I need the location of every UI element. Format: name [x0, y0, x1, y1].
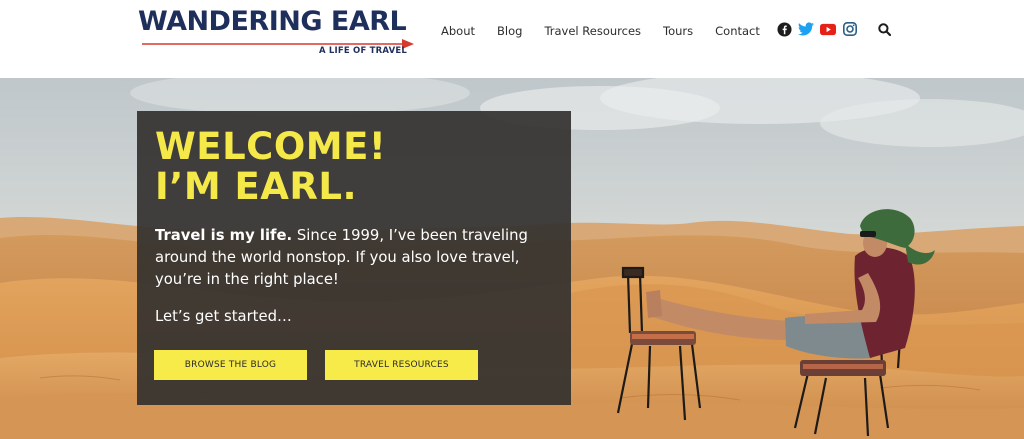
nav-travel-resources[interactable]: Travel Resources [544, 24, 641, 38]
browse-blog-button[interactable]: BROWSE THE BLOG [154, 350, 307, 380]
search-icon[interactable] [878, 23, 892, 37]
hero-title: WELCOME! I’M EARL. [155, 127, 386, 207]
travel-resources-button[interactable]: TRAVEL RESOURCES [325, 350, 478, 380]
site-logo[interactable]: WANDERING EARL A LIFE OF TRAVEL [138, 6, 414, 58]
youtube-icon[interactable] [820, 21, 836, 37]
hero-cta-text: Let’s get started… [155, 308, 292, 325]
logo-title: WANDERING EARL [138, 6, 407, 37]
hero-intro-bold: Travel is my life. [155, 227, 293, 244]
hero-title-line-2: I’M EARL. [155, 165, 358, 208]
hero-section: WELCOME! I’M EARL. Travel is my life. Si… [0, 78, 1024, 439]
nav-blog[interactable]: Blog [497, 24, 522, 38]
nav-tours[interactable]: Tours [663, 24, 693, 38]
facebook-icon[interactable] [776, 21, 792, 37]
instagram-icon[interactable] [842, 21, 858, 37]
social-links [776, 21, 864, 37]
site-header: WANDERING EARL A LIFE OF TRAVEL About Bl… [0, 0, 1024, 78]
logo-tagline: A LIFE OF TRAVEL [318, 46, 407, 56]
hero-intro: Travel is my life. Since 1999, I’ve been… [155, 225, 555, 291]
twitter-icon[interactable] [798, 21, 814, 37]
nav-contact[interactable]: Contact [715, 24, 760, 38]
hero-title-line-1: WELCOME! [155, 125, 387, 168]
welcome-panel: WELCOME! I’M EARL. Travel is my life. Si… [137, 111, 571, 405]
main-nav: About Blog Travel Resources Tours Contac… [430, 20, 771, 42]
nav-about[interactable]: About [441, 24, 475, 38]
